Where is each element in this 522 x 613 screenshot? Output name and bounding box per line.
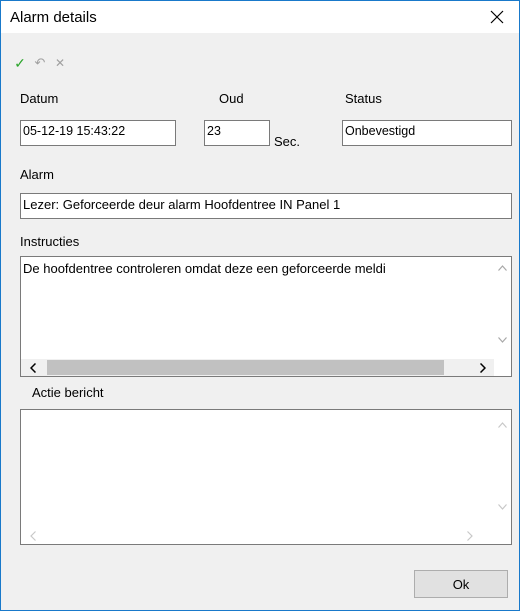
actie-bericht-label: Actie bericht	[32, 385, 104, 400]
close-icon[interactable]	[475, 1, 519, 33]
scroll-down-icon[interactable]	[494, 498, 511, 515]
window-title: Alarm details	[10, 9, 97, 26]
datum-field[interactable]: 05-12-19 15:43:22	[20, 120, 176, 146]
instructies-text: De hoofdentree controleren omdat deze ee…	[23, 261, 386, 276]
status-field[interactable]: Onbevestigd	[342, 120, 512, 146]
ok-button[interactable]: Ok	[414, 570, 508, 598]
actie-bericht-textarea[interactable]	[20, 409, 512, 545]
instructies-horizontal-scrollbar[interactable]	[21, 359, 494, 376]
oud-unit-label: Sec.	[274, 134, 301, 149]
alarm-details-dialog: Alarm details ✓ ↶ ✕ Datum Oud Status 05-…	[0, 0, 520, 611]
confirm-check-icon[interactable]: ✓	[11, 54, 29, 72]
title-bar: Alarm details	[1, 1, 519, 33]
actie-vertical-scrollbar[interactable]	[494, 410, 511, 527]
scroll-left-icon[interactable]	[24, 359, 41, 376]
oud-label: Oud	[219, 91, 244, 106]
oud-field[interactable]: 23	[204, 120, 270, 146]
scroll-left-icon[interactable]	[24, 527, 41, 544]
alarm-label: Alarm	[20, 167, 54, 182]
horizontal-scroll-thumb[interactable]	[47, 360, 444, 375]
scroll-right-icon[interactable]	[474, 359, 491, 376]
actie-horizontal-scrollbar[interactable]	[21, 527, 494, 544]
instructies-label: Instructies	[20, 234, 80, 249]
scroll-down-icon[interactable]	[494, 331, 511, 348]
scroll-up-icon[interactable]	[494, 259, 511, 276]
undo-icon[interactable]: ↶	[31, 54, 49, 72]
status-label: Status	[345, 91, 382, 106]
datum-label: Datum	[20, 91, 59, 106]
instructies-textarea[interactable]: De hoofdentree controleren omdat deze ee…	[20, 256, 512, 377]
scroll-up-icon[interactable]	[494, 416, 511, 433]
scroll-right-icon[interactable]	[461, 527, 478, 544]
cancel-x-icon[interactable]: ✕	[51, 54, 69, 72]
alarm-field[interactable]: Lezer: Geforceerde deur alarm Hoofdentre…	[20, 193, 512, 219]
instructies-vertical-scrollbar[interactable]	[494, 257, 511, 360]
